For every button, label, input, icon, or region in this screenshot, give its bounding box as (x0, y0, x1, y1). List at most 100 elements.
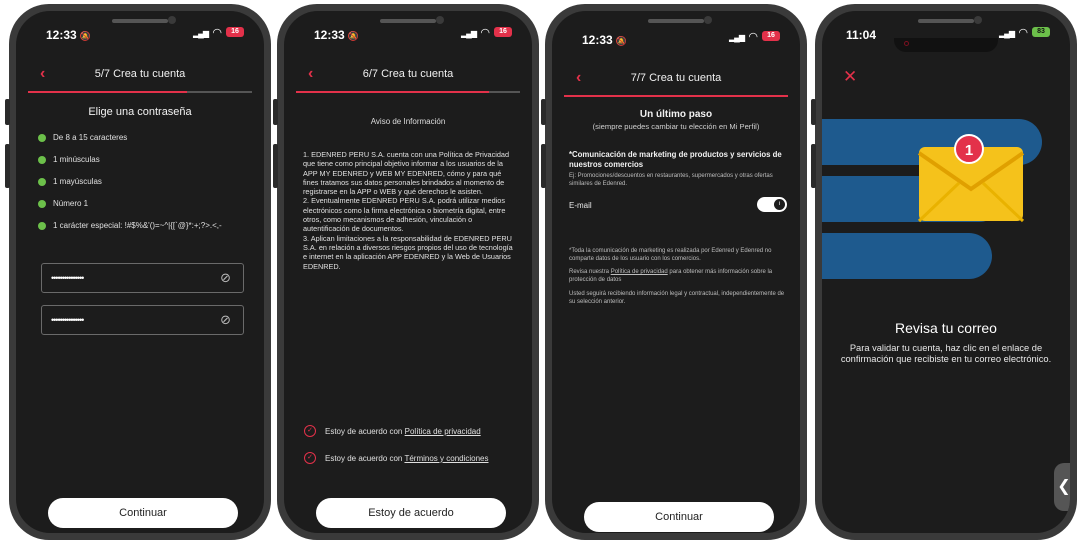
progress-bar (296, 91, 520, 93)
password-value: ••••••••••••••• (51, 273, 84, 283)
requirement-label: Número 1 (53, 199, 89, 208)
signal-icon: ▂▄▆ (461, 29, 477, 38)
password-field[interactable]: ••••••••••••••• ⊘ (41, 263, 244, 293)
privacy-note: Revisa nuestra Política de privacidad pa… (569, 269, 773, 283)
progress-fill (28, 91, 188, 93)
battery-icon: 83 (1032, 27, 1050, 37)
camera-icon (904, 41, 909, 46)
speaker (112, 19, 168, 23)
wifi-icon: ◠ (1018, 27, 1028, 39)
screen: 12:33 🔕 ▂▄▆ ◠ 16 ‹ 5/7 Crea tu cuenta Eli… (16, 11, 264, 533)
front-camera (974, 16, 982, 24)
check-dot-icon (38, 134, 46, 142)
info-text: 1. EDENRED PERU S.A. cuenta con una Polí… (303, 150, 513, 271)
privacy-link[interactable]: Política de privacidad (405, 427, 481, 436)
progress-fill (564, 95, 788, 97)
screen-notch (894, 38, 998, 52)
check-dot-icon (38, 200, 46, 208)
requirement-item: 1 carácter especial: !#$%&'()=~^|{[`@}*:… (38, 221, 222, 243)
phone-step-6: 12:33 🔕 ▂▄▆ ◠ 16 ‹ 6/7 Crea tu cuenta Avi… (273, 4, 539, 540)
section-title: Un último paso (639, 109, 713, 120)
password-requirements: De 8 a 15 caracteres 1 minúsculas 1 mayú… (38, 133, 222, 243)
wifi-icon: ◠ (748, 31, 758, 43)
check-dot-icon (38, 178, 46, 186)
side-panel-handle[interactable]: ❮ (1054, 463, 1070, 511)
front-camera (704, 16, 712, 24)
screen: 12:33 🔕 ▂▄▆ ◠ 16 ‹ 6/7 Crea tu cuenta Avi… (284, 11, 532, 533)
requirement-label: 1 carácter especial: !#$%&'()=~^|{[`@}*:… (53, 221, 222, 230)
legal-note: Usted seguirá recibiendo información leg… (569, 291, 785, 305)
status-bar: 12:33 🔕 ▂▄▆ ◠ 16 (284, 11, 532, 51)
requirement-label: 1 mayúsculas (53, 177, 102, 186)
email-label: E-mail (569, 201, 592, 210)
check-circle-icon[interactable]: ✓ (304, 452, 316, 464)
marketing-note: *Toda la comunicación de marketing es re… (569, 248, 772, 262)
requirement-item: 1 minúsculas (38, 155, 222, 177)
phone-check-email: 11:04 ▂▄▆ ◠ 83 ✕ 1 Revisa tu correo Para… (811, 4, 1077, 540)
progress-bar (564, 95, 788, 97)
instructions-text: Para validar tu cuenta, haz clic en el e… (840, 343, 1052, 364)
screen: 11:04 ▂▄▆ ◠ 83 ✕ 1 Revisa tu correo Para… (822, 11, 1070, 533)
phone-step-7: 12:33 🔕 ▂▄▆ ◠ 16 ‹ 7/7 Crea tu cuenta Un … (541, 4, 807, 540)
decor-band (822, 233, 992, 279)
wifi-icon: ◠ (212, 27, 222, 39)
header: ‹ 7/7 Crea tu cuenta (552, 67, 800, 97)
eye-off-icon[interactable]: ⊘ (220, 312, 231, 328)
signal-icon: ▂▄▆ (729, 33, 745, 42)
battery-icon: 16 (226, 27, 244, 37)
header: ‹ 6/7 Crea tu cuenta (284, 63, 532, 93)
front-camera (168, 16, 176, 24)
notification-badge: 1 (954, 134, 984, 164)
battery-icon: 16 (494, 27, 512, 37)
requirement-label: De 8 a 15 caracteres (53, 133, 128, 142)
status-time: 12:33 🔕 (46, 28, 91, 42)
section-title: Elige una contraseña (88, 106, 192, 118)
status-bar: 12:33 🔕 ▂▄▆ ◠ 16 (552, 11, 800, 51)
page-title: 5/7 Crea tu cuenta (94, 68, 186, 80)
status-time: 11:04 (846, 28, 877, 42)
terms-consent[interactable]: ✓ Estoy de acuerdo con Términos y condic… (304, 452, 522, 466)
marketing-title: *Comunicación de marketing de productos … (569, 150, 782, 169)
check-dot-icon (38, 156, 46, 164)
eye-off-icon[interactable]: ⊘ (220, 270, 231, 286)
signal-icon: ▂▄▆ (999, 29, 1015, 38)
page-title: 6/7 Crea tu cuenta (362, 68, 454, 80)
front-camera (436, 16, 444, 24)
consent-label: Estoy de acuerdo con Términos y condicio… (325, 454, 489, 463)
close-icon[interactable]: ✕ (843, 67, 857, 87)
continue-button[interactable]: Continuar (48, 498, 238, 528)
progress-fill (296, 91, 489, 93)
privacy-link[interactable]: Política de privacidad (611, 269, 668, 275)
signal-icon: ▂▄▆ (193, 29, 209, 38)
status-time: 12:33 🔕 (582, 33, 627, 47)
requirement-label: 1 minúsculas (53, 155, 100, 164)
marketing-example: Ej: Promociones/descuentos en restaurant… (569, 173, 773, 187)
speaker (648, 19, 704, 23)
speaker (918, 19, 974, 23)
email-toggle[interactable]: ı (757, 197, 787, 212)
consent-label: Estoy de acuerdo con Política de privaci… (325, 427, 481, 436)
requirement-item: De 8 a 15 caracteres (38, 133, 222, 155)
header: ‹ 5/7 Crea tu cuenta (16, 63, 264, 93)
section-title: Aviso de Información (370, 117, 446, 126)
battery-icon: 16 (762, 31, 780, 41)
confirm-password-value: ••••••••••••••• (51, 315, 84, 325)
toggle-knob-icon: ı (774, 199, 785, 210)
privacy-consent[interactable]: ✓ Estoy de acuerdo con Política de priva… (304, 425, 522, 439)
screen: 12:33 🔕 ▂▄▆ ◠ 16 ‹ 7/7 Crea tu cuenta Un … (552, 11, 800, 533)
status-bar: 12:33 🔕 ▂▄▆ ◠ 16 (16, 11, 264, 51)
wifi-icon: ◠ (480, 27, 490, 39)
check-circle-icon[interactable]: ✓ (304, 425, 316, 437)
terms-link[interactable]: Términos y condiciones (404, 454, 488, 463)
page-title: Revisa tu correo (895, 320, 997, 336)
continue-button[interactable]: Continuar (584, 502, 774, 532)
section-subtitle: (siempre puedes cambiar tu elección en M… (592, 122, 760, 131)
requirement-item: 1 mayúsculas (38, 177, 222, 199)
confirm-password-field[interactable]: ••••••••••••••• ⊘ (41, 305, 244, 335)
agree-button[interactable]: Estoy de acuerdo (316, 498, 506, 528)
speaker (380, 19, 436, 23)
progress-bar (28, 91, 252, 93)
requirement-item: Número 1 (38, 199, 222, 221)
phone-step-5: 12:33 🔕 ▂▄▆ ◠ 16 ‹ 5/7 Crea tu cuenta Eli… (5, 4, 271, 540)
status-time: 12:33 🔕 (314, 28, 359, 42)
